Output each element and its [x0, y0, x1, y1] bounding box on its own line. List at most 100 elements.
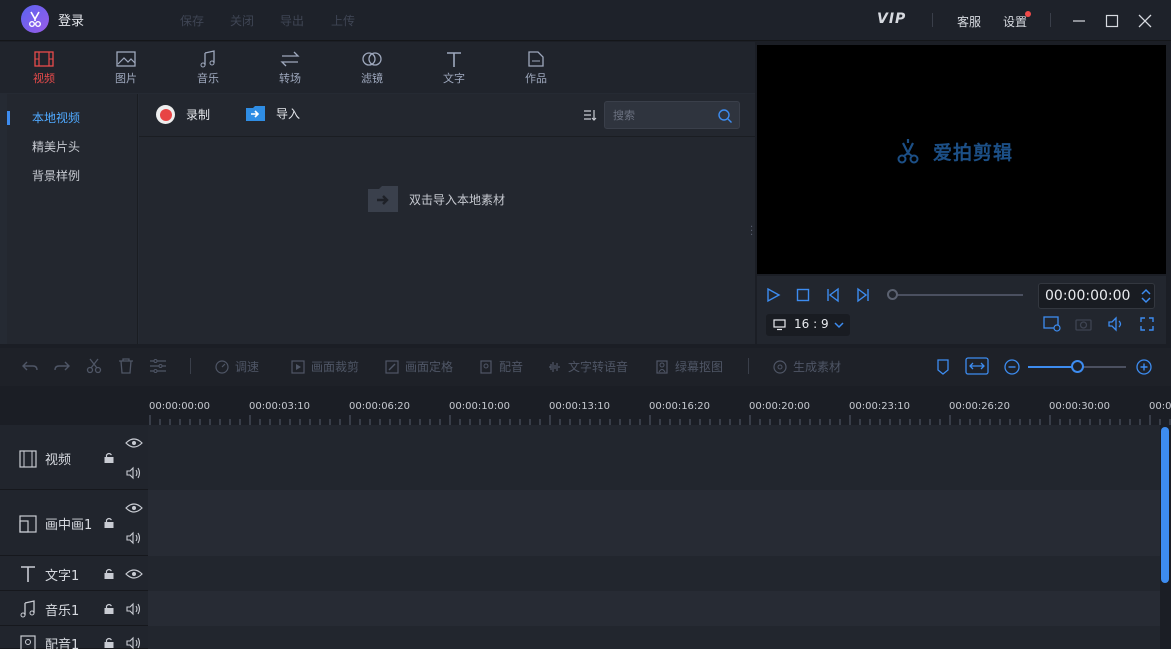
play-icon[interactable] [765, 287, 781, 303]
timecode: 00:00:00:00 [1045, 288, 1131, 304]
time-stepper-icon[interactable] [1140, 287, 1152, 305]
settings-button[interactable]: 设置 [1003, 13, 1027, 30]
lock-icon[interactable] [103, 637, 115, 649]
lock-icon[interactable] [103, 603, 115, 615]
customer-service-button[interactable]: 客服 [957, 13, 981, 30]
timecode-box[interactable]: 00:00:00:00 [1038, 283, 1155, 309]
nav-item-local-video[interactable]: 本地视频 [32, 109, 80, 126]
speaker-icon[interactable] [125, 466, 143, 480]
search-input[interactable] [613, 107, 713, 123]
panel-resize-handle[interactable]: · · · [750, 223, 753, 241]
green-screen-button[interactable]: 绿幕抠图 [655, 358, 723, 375]
timeline-ruler[interactable]: 00:00:00:00 00:00:03:10 00:00:06:20 00:00:1… [148, 387, 1171, 425]
previous-frame-icon[interactable] [825, 287, 841, 303]
menu-save[interactable]: 保存 [180, 12, 204, 29]
timeline-scrollbar[interactable] [1161, 427, 1169, 583]
tab-transition[interactable]: 转场 [265, 50, 315, 90]
track-body[interactable] [148, 556, 1160, 591]
ruler-label: 00:00:03:10 [249, 401, 311, 412]
tab-music[interactable]: 音乐 [183, 50, 233, 90]
marker-icon[interactable] [936, 359, 950, 375]
login-link[interactable]: 登录 [58, 10, 84, 29]
empty-import-hint[interactable]: 双击导入本地素材 [367, 185, 505, 213]
tab-label: 图片 [115, 72, 137, 85]
record-button[interactable]: 录制 [156, 105, 210, 124]
watermark-logo: 爱拍剪辑 [895, 137, 1013, 165]
speaker-icon[interactable] [125, 531, 143, 545]
lock-icon[interactable] [103, 517, 115, 529]
speaker-icon[interactable] [125, 602, 143, 616]
eye-icon[interactable] [125, 502, 143, 514]
lock-icon[interactable] [103, 568, 115, 580]
search-icon[interactable] [717, 108, 733, 124]
track-body[interactable] [148, 425, 1160, 490]
menu-export[interactable]: 导出 [280, 12, 304, 29]
import-button[interactable]: 导入 [245, 105, 300, 122]
screenshot-settings-icon[interactable] [1043, 316, 1061, 332]
progress-handle[interactable] [887, 289, 898, 300]
track-header: 文字1 [0, 556, 148, 591]
text-to-speech-button[interactable]: 文字转语音 [548, 358, 628, 375]
tab-filter[interactable]: 滤镜 [347, 50, 397, 90]
ruler-label: 00:00:13:10 [549, 401, 611, 412]
aspect-ratio-select[interactable]: 16 : 9 [766, 314, 850, 336]
ruler-label: 00:00:30:00 [1049, 401, 1111, 412]
ruler-label: 00:00:20:00 [749, 401, 811, 412]
camera-icon[interactable] [1075, 316, 1092, 332]
text-to-speech-label: 文字转语音 [568, 360, 629, 374]
tab-image[interactable]: 图片 [101, 50, 151, 90]
lock-icon[interactable] [103, 452, 115, 464]
voiceover-label: 配音 [499, 360, 524, 374]
cut-icon[interactable] [85, 358, 103, 374]
zoom-out-icon[interactable] [1004, 359, 1020, 375]
nav-item-backgrounds[interactable]: 背景样例 [32, 167, 80, 184]
tab-video[interactable]: 视频 [19, 50, 69, 90]
sort-icon[interactable] [583, 108, 597, 122]
menu-upload[interactable]: 上传 [331, 12, 355, 29]
search-box[interactable] [604, 101, 740, 129]
app-logo-icon [21, 5, 49, 33]
progress-track[interactable] [888, 294, 1023, 296]
fullscreen-icon[interactable] [1139, 316, 1155, 332]
track-header: 视频 [0, 425, 148, 490]
film-icon [19, 450, 37, 468]
fit-timeline-icon[interactable] [965, 357, 989, 375]
track-header: 音乐1 [0, 591, 148, 626]
tab-works[interactable]: 作品 [511, 50, 561, 90]
track-name: 视频 [45, 453, 72, 468]
eye-icon[interactable] [125, 568, 143, 580]
generate-material-label: 生成素材 [793, 360, 842, 374]
freeze-frame-button[interactable]: 画面定格 [385, 358, 453, 375]
zoom-slider-handle[interactable] [1071, 360, 1084, 373]
vip-button[interactable]: VIP [877, 11, 906, 27]
speed-button[interactable]: 调速 [215, 358, 259, 375]
eye-icon[interactable] [125, 437, 143, 449]
notification-dot [1025, 11, 1031, 17]
generate-material-button[interactable]: 生成素材 [773, 358, 841, 375]
delete-icon[interactable] [117, 358, 135, 374]
zoom-in-icon[interactable] [1136, 359, 1152, 375]
minimize-icon[interactable] [1071, 13, 1087, 29]
text-to-speech-icon [549, 361, 560, 372]
track-body[interactable] [148, 490, 1160, 556]
undo-icon[interactable] [21, 358, 39, 374]
stop-icon[interactable] [795, 287, 811, 303]
close-icon[interactable] [1137, 13, 1153, 29]
track-body[interactable] [148, 626, 1160, 649]
redo-icon[interactable] [53, 358, 71, 374]
nav-item-intros[interactable]: 精美片头 [32, 138, 80, 155]
speaker-icon[interactable] [125, 636, 143, 649]
properties-icon[interactable] [149, 358, 167, 374]
crop-button[interactable]: 画面裁剪 [291, 358, 359, 375]
menu-close[interactable]: 关闭 [230, 12, 254, 29]
track-body[interactable] [148, 591, 1160, 626]
green-screen-label: 绿幕抠图 [675, 360, 724, 374]
next-frame-icon[interactable] [855, 287, 871, 303]
tab-text[interactable]: 文字 [429, 50, 479, 90]
track-header: 配音1 [0, 626, 148, 649]
music-icon [20, 600, 35, 618]
maximize-icon[interactable] [1104, 13, 1120, 29]
voiceover-button[interactable]: 配音 [479, 358, 523, 375]
active-indicator [7, 111, 10, 125]
volume-icon[interactable] [1107, 316, 1123, 332]
